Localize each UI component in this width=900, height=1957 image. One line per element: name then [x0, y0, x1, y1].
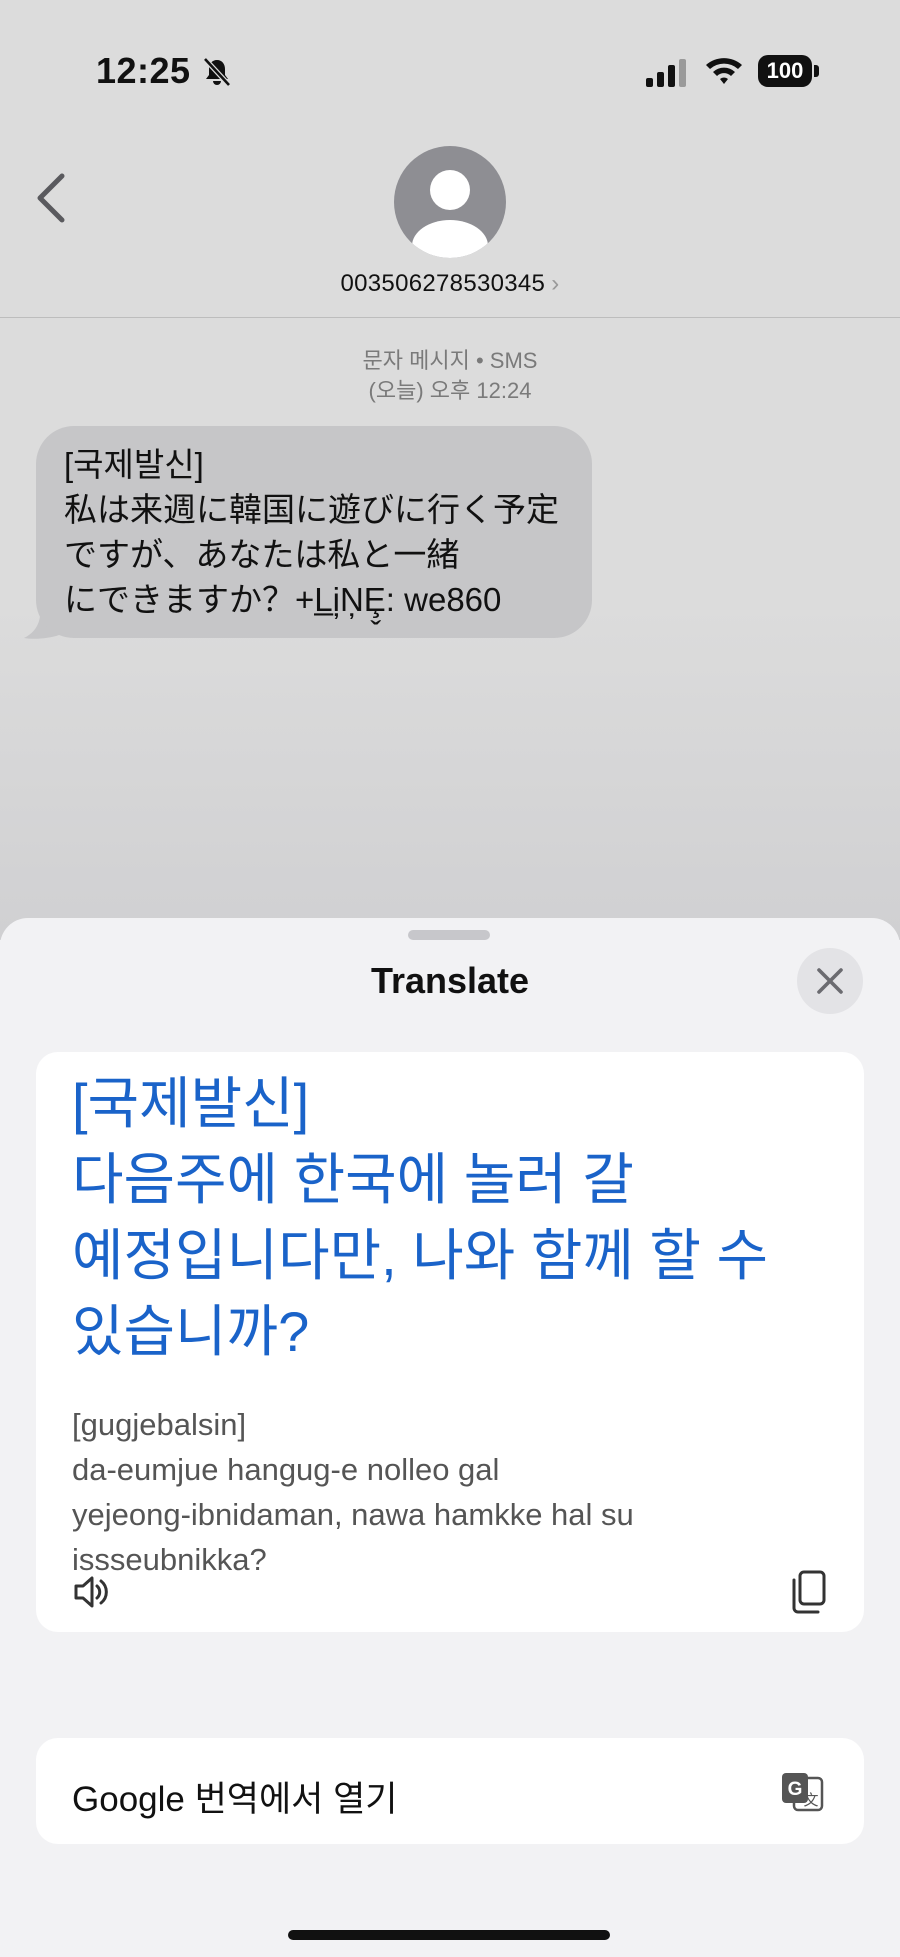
svg-text:文: 文	[803, 1791, 818, 1809]
battery-level: 100	[758, 55, 812, 87]
status-bar: 12:25 100	[0, 0, 900, 150]
status-time: 12:25	[96, 50, 191, 91]
battery-icon: 100	[758, 55, 820, 89]
contact-name[interactable]: 003506278530345 ›	[0, 270, 900, 298]
google-translate-label: Google 번역에서 열기	[72, 1780, 398, 1819]
message-line: ですが、あなたは私と一緒	[64, 536, 460, 573]
message-line: 私は来週に韓国に遊びに行く予定	[64, 491, 559, 528]
wifi-icon	[706, 58, 742, 84]
translated-line: 있습니까?	[72, 1300, 310, 1363]
message-bubble[interactable]: [국제발신] 私は来週に韓国に遊びに行く予定 ですが、あなたは私と一緒 にできま…	[36, 426, 592, 638]
message-timestamp: (오늘) 오후 12:24	[368, 378, 532, 403]
sheet-grabber[interactable]	[408, 930, 490, 940]
message-meta: 문자 메시지 • SMS (오늘) 오후 12:24	[0, 346, 900, 406]
sheet-title: Translate	[370, 960, 530, 1001]
message-service: 문자 메시지 • SMS	[362, 348, 538, 373]
romanized-line: [gugjebalsin]	[72, 1407, 247, 1442]
speaker-wave-icon[interactable]	[72, 1572, 112, 1612]
translated-line: [국제발신]	[72, 1072, 310, 1135]
chevron-right-icon: ›	[551, 270, 560, 297]
romanized-text: [gugjebalsin] da-eumjue hangug-e nolleo …	[72, 1402, 832, 1582]
battery-tip	[814, 65, 819, 77]
messages-view: 12:25 100 003506278530345 › 문자 메시지 • SMS…	[0, 0, 900, 940]
signal-icon	[646, 59, 686, 87]
header-divider	[0, 317, 900, 318]
home-indicator[interactable]	[288, 1930, 610, 1940]
translated-line: 다음주에 한국에 놀러 갈	[72, 1148, 634, 1211]
translation-card: [국제발신] 다음주에 한국에 놀러 갈 예정입니다만, 나와 함께 할 수 있…	[36, 1052, 864, 1632]
contact-number: 003506278530345	[340, 270, 546, 297]
svg-text:G: G	[788, 1779, 803, 1800]
bell-slash-icon	[203, 57, 231, 87]
translated-text[interactable]: [국제발신] 다음주에 한국에 놀러 갈 예정입니다만, 나와 함께 할 수 있…	[72, 1066, 832, 1370]
message-line: にできますか？+L̲i̦N̦Ȩ̬: we860	[64, 581, 502, 618]
translate-sheet: Translate [국제발신] 다음주에 한국에 놀러 갈 예정입니다만, 나…	[0, 918, 900, 1957]
person-icon	[412, 170, 488, 258]
xmark-icon	[817, 968, 843, 994]
open-in-google-translate-button[interactable]: Google 번역에서 열기 G 文	[36, 1738, 864, 1844]
chevron-left-icon[interactable]	[32, 170, 72, 226]
google-translate-icon: G 文	[782, 1773, 824, 1812]
translated-line: 예정입니다만, 나와 함께 할 수	[72, 1224, 769, 1287]
message-line: [국제발신]	[64, 446, 204, 483]
contact-avatar[interactable]	[394, 146, 506, 258]
romanized-line: issseubnikka?	[72, 1542, 267, 1577]
close-button[interactable]	[797, 948, 863, 1014]
romanized-line: yejeong-ibnidaman, nawa hamkke hal su	[72, 1497, 634, 1532]
romanized-line: da-eumjue hangug-e nolleo gal	[72, 1452, 500, 1487]
copy-icon[interactable]	[788, 1570, 828, 1614]
